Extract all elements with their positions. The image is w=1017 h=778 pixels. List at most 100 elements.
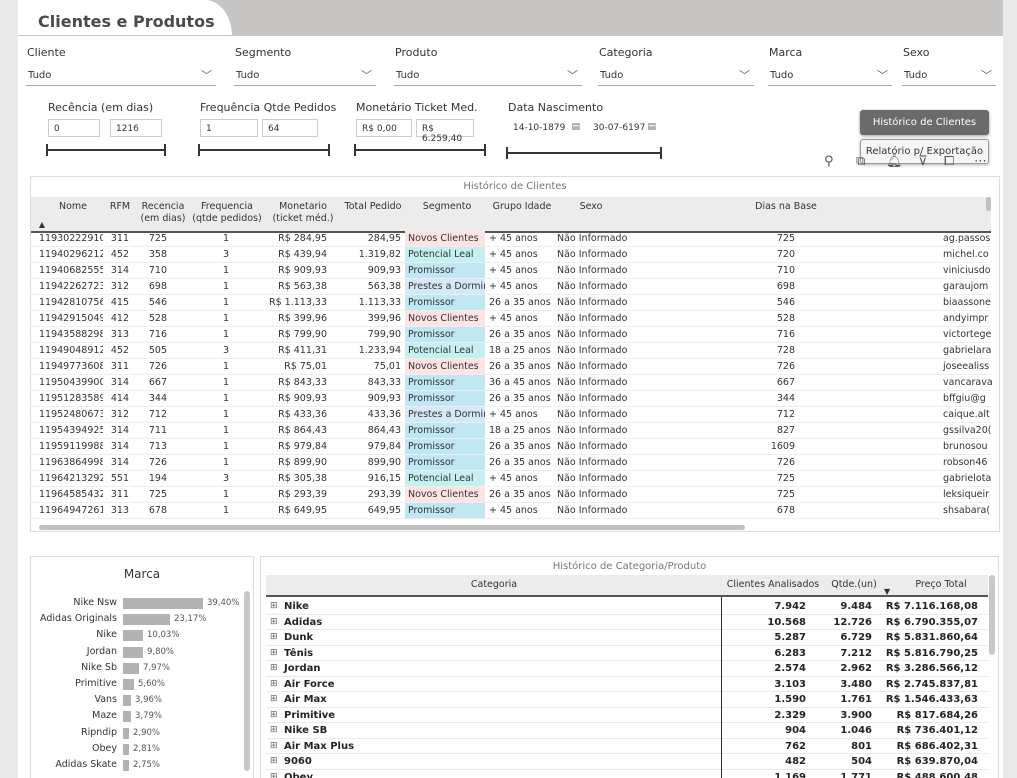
- table-row[interactable]: 11964947261 313 678 1 R$ 649,95 649,95 Promiss…: [31, 503, 991, 519]
- table-row[interactable]: ⊞ Obey 1.169 1.771 R$ 488.600,48: [266, 770, 988, 778]
- page-tab[interactable]: Clientes e Produtos: [18, 0, 233, 36]
- vertical-scrollbar[interactable]: [986, 197, 991, 211]
- col-dias-na-base[interactable]: Dias na Base: [741, 201, 831, 213]
- calendar-icon[interactable]: ▤: [571, 122, 580, 132]
- table-row[interactable]: 11949773608 311 726 1 R$ 75,01 75,01 Novos Cli…: [31, 359, 991, 375]
- expand-icon[interactable]: ⊞: [270, 617, 278, 627]
- table-row[interactable]: 11951283589 414 344 1 R$ 909,93 909,93 Promiss…: [31, 391, 991, 407]
- table-row[interactable]: 11964213292 551 194 3 R$ 305,38 916,15 Potenci…: [31, 471, 991, 487]
- expand-icon[interactable]: ⊞: [270, 632, 278, 642]
- table-row[interactable]: 11942915049 412 528 1 R$ 399,96 399,96 Novos C…: [31, 311, 991, 327]
- slicer-dropdown[interactable]: Tudo ﹀: [26, 65, 216, 86]
- table-row[interactable]: 11963864998 314 726 1 R$ 899,90 899,90 Promiss…: [31, 455, 991, 471]
- col-monetario[interactable]: Monetario (ticket méd.): [271, 201, 335, 225]
- col-preco-total[interactable]: Preço Total: [896, 579, 986, 590]
- range-slider-max-handle[interactable]: [660, 147, 662, 159]
- range-slider-track[interactable]: [46, 149, 166, 151]
- table-row[interactable]: 11954394925 314 711 1 R$ 864,43 864,43 Promiss…: [31, 423, 991, 439]
- table-row[interactable]: ⊞ Nike 7.942 9.484 R$ 7.116.168,08: [266, 599, 988, 615]
- table-row[interactable]: 11942810756 415 546 1 R$ 1.113,33 1.113,33 Pro…: [31, 295, 991, 311]
- range-slider-track[interactable]: [354, 149, 486, 151]
- expand-icon[interactable]: ⊞: [270, 741, 278, 751]
- filter-icon[interactable]: ⊽: [918, 154, 928, 169]
- table-row[interactable]: 11943588298 313 716 1 R$ 799,90 799,90 Promiss…: [31, 327, 991, 343]
- col-frequencia[interactable]: Frequencia (qtde pedidos): [191, 201, 263, 225]
- table-row[interactable]: ⊞ Jordan 2.574 2.962 R$ 3.286.566,12: [266, 661, 988, 677]
- expand-icon[interactable]: ⊞: [270, 725, 278, 735]
- table-row[interactable]: 11964585432 311 725 1 R$ 293,39 293,39 Novos C…: [31, 487, 991, 503]
- table-row[interactable]: 11959119988 314 713 1 R$ 979,84 979,84 Promiss…: [31, 439, 991, 455]
- slicer-dropdown[interactable]: Tudo ﹀: [598, 65, 754, 86]
- slicer-dropdown[interactable]: Tudo ﹀: [234, 65, 376, 86]
- bell-icon[interactable]: 🔔︎: [886, 154, 903, 169]
- table-row[interactable]: ⊞ Dunk 5.287 6.729 R$ 5.831.860,64: [266, 630, 988, 646]
- horizontal-scrollbar[interactable]: [39, 525, 745, 530]
- marca-bar[interactable]: [123, 630, 143, 642]
- range-min-input[interactable]: R$ 0,00: [356, 119, 412, 137]
- table-row[interactable]: ⊞ Tênis 6.283 7.212 R$ 5.816.790,25: [266, 646, 988, 661]
- table-row[interactable]: 11950439900 314 667 1 R$ 843,33 843,33 Promiss…: [31, 375, 993, 391]
- table-row[interactable]: ⊞ 9060 482 504 R$ 639.870,04: [266, 754, 988, 770]
- col-qtde[interactable]: Qtde.(un): [826, 579, 882, 590]
- range-slider-max-handle[interactable]: [328, 144, 330, 156]
- expand-icon[interactable]: ⊞: [270, 663, 278, 673]
- table-row[interactable]: 11940682555 314 710 1 R$ 909,93 909,93 Promiss…: [31, 263, 991, 279]
- range-slider-min-handle[interactable]: [46, 144, 48, 156]
- range-max-input[interactable]: 1216: [110, 119, 162, 137]
- col-rfm[interactable]: RFM: [105, 201, 135, 213]
- range-min-input[interactable]: 1: [200, 119, 258, 137]
- col-nome[interactable]: Nome: [47, 201, 99, 213]
- expand-icon[interactable]: ⊞: [270, 772, 278, 778]
- copy-icon[interactable]: ⧉: [856, 154, 865, 169]
- range-min-input[interactable]: 0: [48, 119, 100, 137]
- pin-icon[interactable]: ⚲: [824, 154, 834, 169]
- slicer-dropdown[interactable]: Tudo ﹀: [902, 65, 996, 86]
- range-slider-min-handle[interactable]: [506, 147, 508, 159]
- sort-desc-icon[interactable]: ▼: [884, 587, 890, 596]
- table-row[interactable]: 11952480673 312 712 1 R$ 433,36 433,36 Prestes…: [31, 407, 991, 423]
- range-slider-min-handle[interactable]: [198, 144, 200, 156]
- slicer-dropdown[interactable]: Tudo ﹀: [394, 65, 582, 86]
- table-row[interactable]: ⊞ Nike SB 904 1.046 R$ 736.401,12: [266, 723, 988, 739]
- table-row[interactable]: ⊞ Adidas 10.568 12.726 R$ 6.790.355,07: [266, 615, 988, 630]
- marca-bar[interactable]: [123, 760, 129, 771]
- col-recencia[interactable]: Recencia (em dias): [137, 201, 189, 225]
- marca-scrollbar[interactable]: [244, 591, 250, 771]
- marca-bar[interactable]: [123, 662, 139, 674]
- col-categoria[interactable]: Categoria: [266, 579, 722, 590]
- col-clientes-analisados[interactable]: Clientes Analisados: [724, 579, 822, 590]
- marca-bar[interactable]: [123, 646, 143, 658]
- range-max-input[interactable]: 30-07-6197 ▤: [588, 119, 658, 137]
- marca-bar[interactable]: [123, 679, 134, 690]
- historico-clientes-button[interactable]: Histórico de Clientes: [860, 110, 989, 135]
- range-min-input[interactable]: 14-10-1879 ▤: [508, 119, 582, 137]
- col-segmento[interactable]: Segmento: [411, 201, 483, 213]
- range-slider-track[interactable]: [198, 149, 330, 151]
- range-slider-min-handle[interactable]: [354, 144, 356, 156]
- table-row[interactable]: 11949048912 452 505 3 R$ 411,31 1.233,94 Poten…: [31, 343, 991, 359]
- table-row[interactable]: ⊞ Primitive 2.329 3.900 R$ 817.684,26: [266, 708, 988, 723]
- table-row[interactable]: 11942262723 312 698 1 R$ 563,38 563,38 Prestes…: [31, 279, 991, 295]
- marca-bar[interactable]: [123, 711, 131, 723]
- table-row[interactable]: ⊞ Air Max 1.590 1.761 R$ 1.546.433,63: [266, 692, 988, 708]
- marca-bar[interactable]: [123, 598, 203, 609]
- range-slider-track[interactable]: [506, 152, 662, 154]
- slicer-dropdown[interactable]: Tudo ﹀: [768, 65, 892, 86]
- marca-bar[interactable]: [123, 727, 129, 739]
- expand-icon[interactable]: ⊞: [270, 694, 278, 704]
- col-grupo-idade[interactable]: Grupo Idade: [489, 201, 555, 213]
- range-max-input[interactable]: 64: [262, 119, 318, 137]
- marca-bar[interactable]: [123, 743, 129, 755]
- col-sexo[interactable]: Sexo: [571, 201, 611, 213]
- table-row[interactable]: 11930222910 311 725 1 R$ 284,95 284,95 Novos C…: [31, 231, 991, 247]
- range-max-input[interactable]: R$ 6.259,40: [416, 119, 474, 144]
- focus-mode-icon[interactable]: ⧠: [944, 154, 954, 169]
- expand-icon[interactable]: ⊞: [270, 648, 278, 658]
- expand-icon[interactable]: ⊞: [270, 710, 278, 720]
- table-row[interactable]: 11940296212 452 358 3 R$ 439,94 1.319,82 Poten…: [31, 247, 991, 263]
- marca-bar[interactable]: [123, 695, 131, 707]
- range-slider-max-handle[interactable]: [164, 144, 166, 156]
- calendar-icon[interactable]: ▤: [647, 122, 656, 132]
- more-options-icon[interactable]: ⋯: [974, 154, 987, 169]
- range-slider-max-handle[interactable]: [484, 144, 486, 156]
